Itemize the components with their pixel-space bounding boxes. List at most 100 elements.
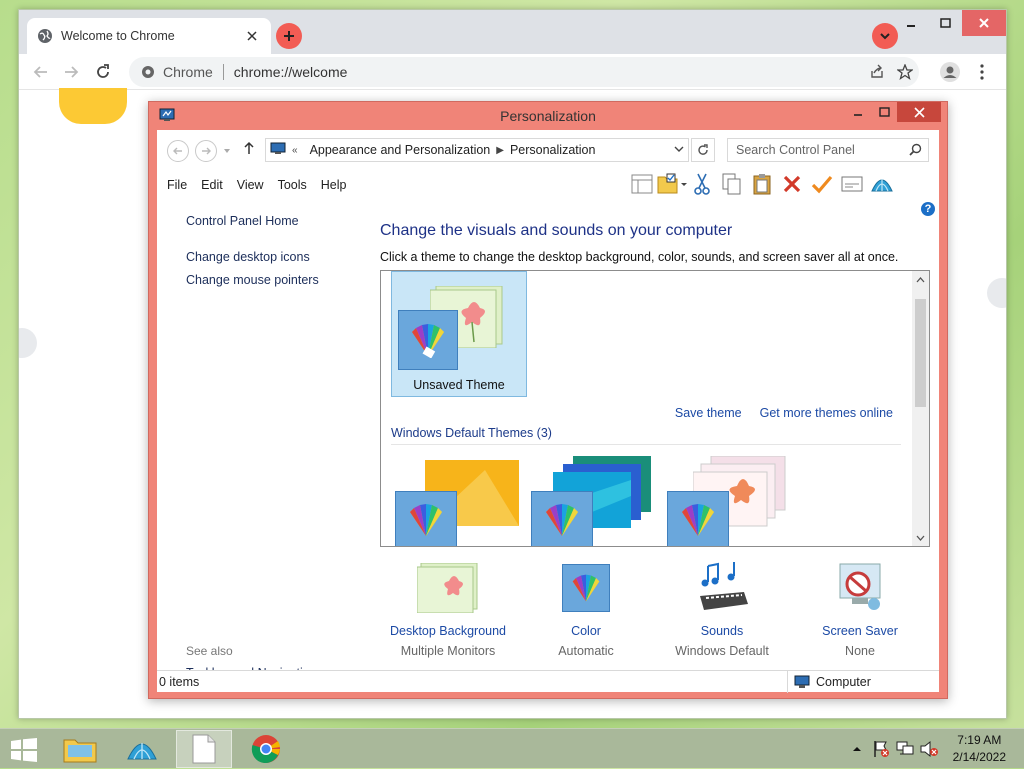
bookmark-star-icon[interactable] bbox=[891, 61, 919, 83]
menu-view[interactable]: View bbox=[237, 178, 264, 192]
menu-help[interactable]: Help bbox=[321, 178, 347, 192]
desktop-background-value: Multiple Monitors bbox=[400, 644, 496, 658]
save-theme-link[interactable]: Save theme bbox=[675, 406, 742, 420]
search-input[interactable]: Search Control Panel bbox=[727, 138, 929, 162]
status-bar: 0 items Computer bbox=[157, 670, 939, 693]
profile-avatar-icon[interactable] bbox=[934, 60, 966, 84]
personalization-window: Personalization « Appearance and Persona… bbox=[148, 101, 948, 699]
theme-lines-colors[interactable] bbox=[531, 454, 656, 546]
properties-icon[interactable] bbox=[837, 171, 867, 197]
cut-icon[interactable] bbox=[687, 171, 717, 197]
color-palette-icon bbox=[531, 491, 593, 546]
paste-icon[interactable] bbox=[747, 171, 777, 197]
sounds-label: Sounds bbox=[700, 624, 744, 638]
clock[interactable]: 7:19 AM 2/14/2022 bbox=[953, 732, 1006, 766]
folder-options-icon[interactable] bbox=[657, 171, 687, 197]
back-arrow-icon[interactable] bbox=[167, 140, 189, 162]
checkmark-icon[interactable] bbox=[807, 171, 837, 197]
menu-tools[interactable]: Tools bbox=[278, 178, 307, 192]
minimize-icon[interactable] bbox=[845, 102, 871, 122]
delete-icon[interactable] bbox=[777, 171, 807, 197]
screen-saver-item[interactable]: Screen Saver None bbox=[792, 560, 928, 658]
theme-actions: Save theme Get more themes online bbox=[657, 406, 893, 420]
back-arrow-icon[interactable] bbox=[29, 60, 53, 84]
up-arrow-icon[interactable] bbox=[243, 141, 255, 158]
tab-title: Welcome to Chrome bbox=[61, 29, 175, 43]
breadcrumb-chevron-icon[interactable]: ▶ bbox=[496, 145, 504, 156]
close-window-icon[interactable] bbox=[897, 102, 941, 122]
default-themes-header: Windows Default Themes (3) bbox=[391, 426, 901, 445]
see-also-label: See also bbox=[186, 644, 233, 658]
scroll-down-icon[interactable] bbox=[912, 529, 929, 546]
globe-icon bbox=[37, 28, 53, 44]
copy-icon[interactable] bbox=[717, 171, 747, 197]
network-icon[interactable] bbox=[893, 737, 917, 761]
close-tab-icon[interactable] bbox=[243, 27, 261, 45]
personalization-titlebar[interactable]: Personalization bbox=[149, 102, 947, 130]
scroll-up-icon[interactable] bbox=[912, 271, 929, 288]
color-value: Automatic bbox=[558, 644, 614, 658]
chrome-taskbar-icon[interactable] bbox=[238, 730, 294, 768]
theme-flowers[interactable] bbox=[667, 454, 792, 546]
help-icon[interactable]: ? bbox=[921, 202, 935, 216]
recent-locations-icon[interactable] bbox=[223, 144, 231, 158]
menu-file[interactable]: File bbox=[167, 178, 187, 192]
maximize-icon[interactable] bbox=[871, 102, 897, 122]
screen-saver-icon bbox=[792, 560, 928, 616]
theme-settings: Desktop Background Multiple Monitors Col… bbox=[380, 560, 940, 680]
sidebar: Control Panel Home Change desktop icons … bbox=[157, 200, 367, 670]
omnibox-divider bbox=[222, 64, 224, 80]
tab-welcome[interactable]: Welcome to Chrome bbox=[27, 18, 271, 54]
sidebar-item-mouse-pointers[interactable]: Change mouse pointers bbox=[186, 273, 319, 287]
chrome-toolbar: Chrome chrome://welcome bbox=[19, 54, 1006, 90]
windows-logo-icon[interactable] bbox=[10, 738, 38, 762]
omnibox[interactable]: Chrome chrome://welcome bbox=[129, 57, 919, 87]
theme-list: Unsaved Theme Save theme Get more themes… bbox=[380, 270, 930, 547]
breadcrumb-prefix[interactable]: « bbox=[292, 145, 298, 156]
file-explorer-icon[interactable] bbox=[52, 730, 108, 768]
theme-windows[interactable] bbox=[395, 454, 520, 546]
theme-unsaved[interactable]: Unsaved Theme bbox=[391, 271, 527, 397]
document-taskbar-icon[interactable] bbox=[176, 730, 232, 768]
sidebar-item-desktop-icons[interactable]: Change desktop icons bbox=[186, 250, 310, 264]
color-item[interactable]: Color Automatic bbox=[518, 560, 654, 658]
computer-icon bbox=[794, 675, 810, 689]
forward-arrow-icon[interactable] bbox=[195, 140, 217, 162]
minimize-icon[interactable] bbox=[894, 10, 928, 36]
new-tab-button[interactable] bbox=[276, 23, 302, 49]
maximize-icon[interactable] bbox=[928, 10, 962, 36]
status-zone: Computer bbox=[787, 671, 871, 693]
chevron-down-icon[interactable] bbox=[674, 142, 684, 159]
close-window-icon[interactable] bbox=[962, 10, 1006, 36]
welcome-decoration bbox=[59, 88, 127, 124]
scrollbar[interactable] bbox=[912, 271, 929, 546]
layout-pane-icon[interactable] bbox=[627, 171, 657, 197]
volume-muted-icon[interactable] bbox=[917, 737, 941, 761]
reload-icon[interactable] bbox=[91, 60, 115, 84]
menu-edit[interactable]: Edit bbox=[201, 178, 223, 192]
sidebar-item-control-panel-home[interactable]: Control Panel Home bbox=[186, 214, 299, 228]
globe-shell-icon[interactable] bbox=[867, 171, 897, 197]
refresh-icon[interactable] bbox=[691, 138, 715, 162]
show-hidden-icons-icon[interactable] bbox=[845, 737, 869, 761]
chrome-window-controls bbox=[894, 10, 1006, 38]
breadcrumb-appearance[interactable]: Appearance and Personalization bbox=[310, 143, 491, 157]
personalization-content: « Appearance and Personalization ▶ Perso… bbox=[157, 130, 940, 693]
desktop-background-item[interactable]: Desktop Background Multiple Monitors bbox=[380, 560, 516, 658]
action-center-flag-icon[interactable] bbox=[869, 737, 893, 761]
scroll-thumb[interactable] bbox=[915, 299, 926, 407]
search-icon[interactable] bbox=[909, 143, 922, 159]
breadcrumb-personalization[interactable]: Personalization bbox=[510, 143, 595, 157]
get-more-themes-link[interactable]: Get more themes online bbox=[760, 406, 893, 420]
welcome-decoration-right bbox=[987, 278, 1006, 308]
sounds-item[interactable]: Sounds Windows Default bbox=[654, 560, 790, 658]
kebab-menu-icon[interactable] bbox=[966, 60, 998, 84]
share-icon[interactable] bbox=[863, 61, 891, 83]
omnibox-actions bbox=[863, 61, 919, 83]
site-chip[interactable]: Chrome bbox=[141, 64, 213, 80]
toolbar-right bbox=[934, 60, 998, 84]
breadcrumb[interactable]: « Appearance and Personalization ▶ Perso… bbox=[265, 138, 689, 162]
forward-arrow-icon[interactable] bbox=[59, 60, 83, 84]
control-panel-taskbar-icon[interactable] bbox=[114, 730, 170, 768]
search-placeholder: Search Control Panel bbox=[736, 143, 855, 157]
